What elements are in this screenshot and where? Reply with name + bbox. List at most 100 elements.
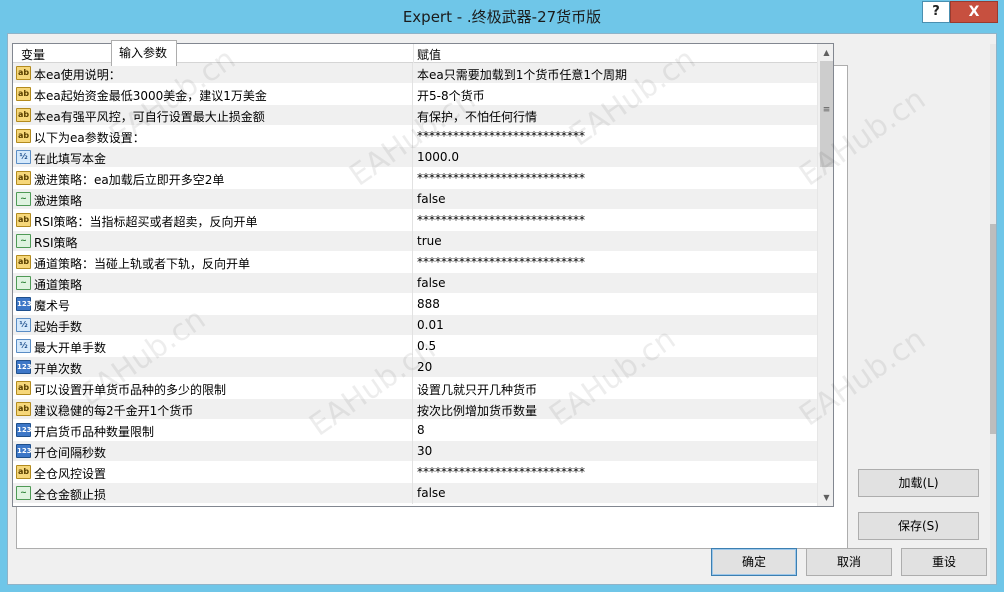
table-row[interactable]: ½ 在此填写本金 1000.0 [13, 147, 817, 168]
column-header-variable[interactable]: 变量 [21, 46, 45, 63]
value-cell[interactable]: false [417, 486, 446, 500]
column-header-value[interactable]: 赋值 [417, 46, 441, 63]
value-cell[interactable]: 0.5 [417, 339, 436, 353]
value-cell[interactable]: 有保护，不怕任何行情 [417, 108, 537, 125]
value-cell[interactable]: false [417, 192, 446, 206]
variable-cell[interactable]: 123 开单次数 [13, 357, 413, 378]
tab-inputs[interactable]: 输入参数 [111, 40, 177, 66]
ok-button[interactable]: 确定 [711, 548, 797, 576]
variable-cell[interactable]: 123 开仓间隔秒数 [13, 441, 413, 462]
column-divider[interactable] [413, 44, 414, 63]
close-button[interactable]: X [950, 1, 998, 23]
variable-name: 本ea使用说明： [34, 68, 121, 82]
table-row[interactable]: ~ 通道策略 false [13, 273, 817, 294]
save-button[interactable]: 保存(S) [858, 512, 979, 540]
variable-cell[interactable]: ½ 在此填写本金 [13, 147, 413, 168]
parameters-grid: 变量 赋值 ab 本ea使用说明： 本ea只需要加载到1个货币任意1个周期 ab 本ea… [12, 43, 834, 507]
variable-name: 开仓间隔秒数 [34, 446, 107, 460]
variable-cell[interactable]: 123 开启货币品种数量限制 [13, 420, 413, 441]
dialog-edge-scrollbar[interactable] [990, 44, 996, 584]
value-cell[interactable]: **************************** [417, 465, 585, 479]
variable-cell[interactable]: ~ RSI策略 [13, 231, 413, 252]
table-row[interactable]: ½ 起始手数 0.01 [13, 315, 817, 336]
dialog-edge-scroll-thumb[interactable] [990, 224, 996, 434]
help-button[interactable]: ? [922, 1, 950, 23]
variable-name: 可以设置开单货币品种的多少的限制 [34, 383, 227, 397]
variable-cell[interactable]: ½ 起始手数 [13, 315, 413, 336]
variable-cell[interactable]: ab 本ea有强平风控，可自行设置最大止损金额 [13, 105, 413, 126]
window-title: Expert - .终极武器-27货币版 [402, 8, 602, 26]
value-cell[interactable]: **************************** [417, 213, 585, 227]
value-cell[interactable]: 0.01 [417, 318, 444, 332]
string-type-icon: ab [16, 381, 31, 395]
value-cell[interactable]: 开5-8个货币 [417, 87, 485, 104]
table-row[interactable]: ~ RSI策略 true [13, 231, 817, 252]
table-row[interactable]: ab RSI策略：当指标超买或者超卖，反向开单 ******************… [13, 210, 817, 231]
table-row[interactable]: ab 通道策略：当碰上轨或者下轨，反向开单 ********************… [13, 252, 817, 273]
title-bar[interactable]: Expert - .终极武器-27货币版 ? X [0, 0, 1004, 33]
table-row[interactable]: ½ 最大开单手数 0.5 [13, 336, 817, 357]
table-row[interactable]: ab 全仓风控设置 **************************** [13, 462, 817, 483]
value-cell[interactable]: 888 [417, 297, 440, 311]
string-type-icon: ab [16, 129, 31, 143]
table-row[interactable]: ab 本ea起始资金最低3000美金，建议1万美金 开5-8个货币 [13, 84, 817, 105]
variable-name: 本ea起始资金最低3000美金，建议1万美金 [34, 89, 267, 103]
variable-cell[interactable]: ab 通道策略：当碰上轨或者下轨，反向开单 [13, 252, 413, 273]
variable-name: 全仓金额止损 [34, 488, 107, 502]
grid-vertical-scrollbar[interactable]: ▲ ≡ ▼ [817, 44, 833, 506]
table-row[interactable]: ab 可以设置开单货币品种的多少的限制 设置几就只开几种货币 [13, 378, 817, 399]
value-cell[interactable]: 设置几就只开几种货币 [417, 381, 537, 398]
expert-dialog: Expert - .终极武器-27货币版 ? X 关于 常用 输入参数 加载(L… [0, 0, 1004, 592]
table-row[interactable]: ab 以下为ea参数设置： **************************** [13, 126, 817, 147]
double-type-icon: ½ [16, 318, 31, 332]
table-row[interactable]: ~ 激进策略 false [13, 189, 817, 210]
table-row[interactable]: ~ 全仓金额止损 false [13, 483, 817, 504]
scroll-up-arrow-icon[interactable]: ▲ [818, 44, 833, 61]
variable-cell[interactable]: ab 本ea使用说明： [13, 63, 413, 84]
reset-button[interactable]: 重设 [901, 548, 987, 576]
table-row[interactable]: 123 开启货币品种数量限制 8 [13, 420, 817, 441]
variable-name: 建议稳健的每2千金开1个货币 [34, 404, 194, 418]
variable-cell[interactable]: ab 建议稳健的每2千金开1个货币 [13, 399, 413, 420]
variable-name: 通道策略：当碰上轨或者下轨，反向开单 [34, 257, 251, 271]
variable-cell[interactable]: ab 可以设置开单货币品种的多少的限制 [13, 378, 413, 399]
scroll-grip-icon: ≡ [822, 105, 831, 115]
table-row[interactable]: 123 开仓间隔秒数 30 [13, 441, 817, 462]
scroll-down-arrow-icon[interactable]: ▼ [818, 489, 833, 506]
value-cell[interactable]: **************************** [417, 255, 585, 269]
variable-cell[interactable]: ½ 最大开单手数 [13, 336, 413, 357]
variable-cell[interactable]: ab 以下为ea参数设置： [13, 126, 413, 147]
variable-cell[interactable]: ab 本ea起始资金最低3000美金，建议1万美金 [13, 84, 413, 105]
cancel-button[interactable]: 取消 [806, 548, 892, 576]
variable-cell[interactable]: ~ 全仓金额止损 [13, 483, 413, 504]
table-row[interactable]: ab 本ea有强平风控，可自行设置最大止损金额 有保护，不怕任何行情 [13, 105, 817, 126]
value-cell[interactable]: 本ea只需要加载到1个货币任意1个周期 [417, 66, 627, 83]
value-cell[interactable]: 20 [417, 360, 432, 374]
variable-cell[interactable]: ab 激进策略：ea加载后立即开多空2单 [13, 168, 413, 189]
value-cell[interactable]: true [417, 234, 442, 248]
value-cell[interactable]: 1000.0 [417, 150, 459, 164]
value-cell[interactable]: **************************** [417, 129, 585, 143]
variable-cell[interactable]: 123 魔术号 [13, 294, 413, 315]
variable-cell[interactable]: ~ 激进策略 [13, 189, 413, 210]
variable-cell[interactable]: ab RSI策略：当指标超买或者超卖，反向开单 [13, 210, 413, 231]
value-cell[interactable]: 按次比例增加货币数量 [417, 402, 537, 419]
table-row[interactable]: ab 激进策略：ea加载后立即开多空2单 *********************… [13, 168, 817, 189]
int-type-icon: 123 [16, 360, 32, 374]
value-cell[interactable]: 8 [417, 423, 425, 437]
variable-cell[interactable]: ~ 通道策略 [13, 273, 413, 294]
scroll-thumb[interactable]: ≡ [820, 61, 833, 167]
value-cell[interactable]: **************************** [417, 171, 585, 185]
table-row[interactable]: 123 魔术号 888 [13, 294, 817, 315]
variable-name: 起始手数 [34, 320, 83, 334]
value-cell[interactable]: false [417, 276, 446, 290]
load-button[interactable]: 加载(L) [858, 469, 979, 497]
table-row[interactable]: ab 建议稳健的每2千金开1个货币 按次比例增加货币数量 [13, 399, 817, 420]
table-row[interactable]: 123 开单次数 20 [13, 357, 817, 378]
table-row[interactable]: ab 本ea使用说明： 本ea只需要加载到1个货币任意1个周期 [13, 63, 817, 84]
variable-name: 开单次数 [34, 362, 83, 376]
string-type-icon: ab [16, 87, 31, 101]
variable-cell[interactable]: ab 全仓风控设置 [13, 462, 413, 483]
value-cell[interactable]: 30 [417, 444, 432, 458]
int-type-icon: 123 [16, 444, 32, 458]
